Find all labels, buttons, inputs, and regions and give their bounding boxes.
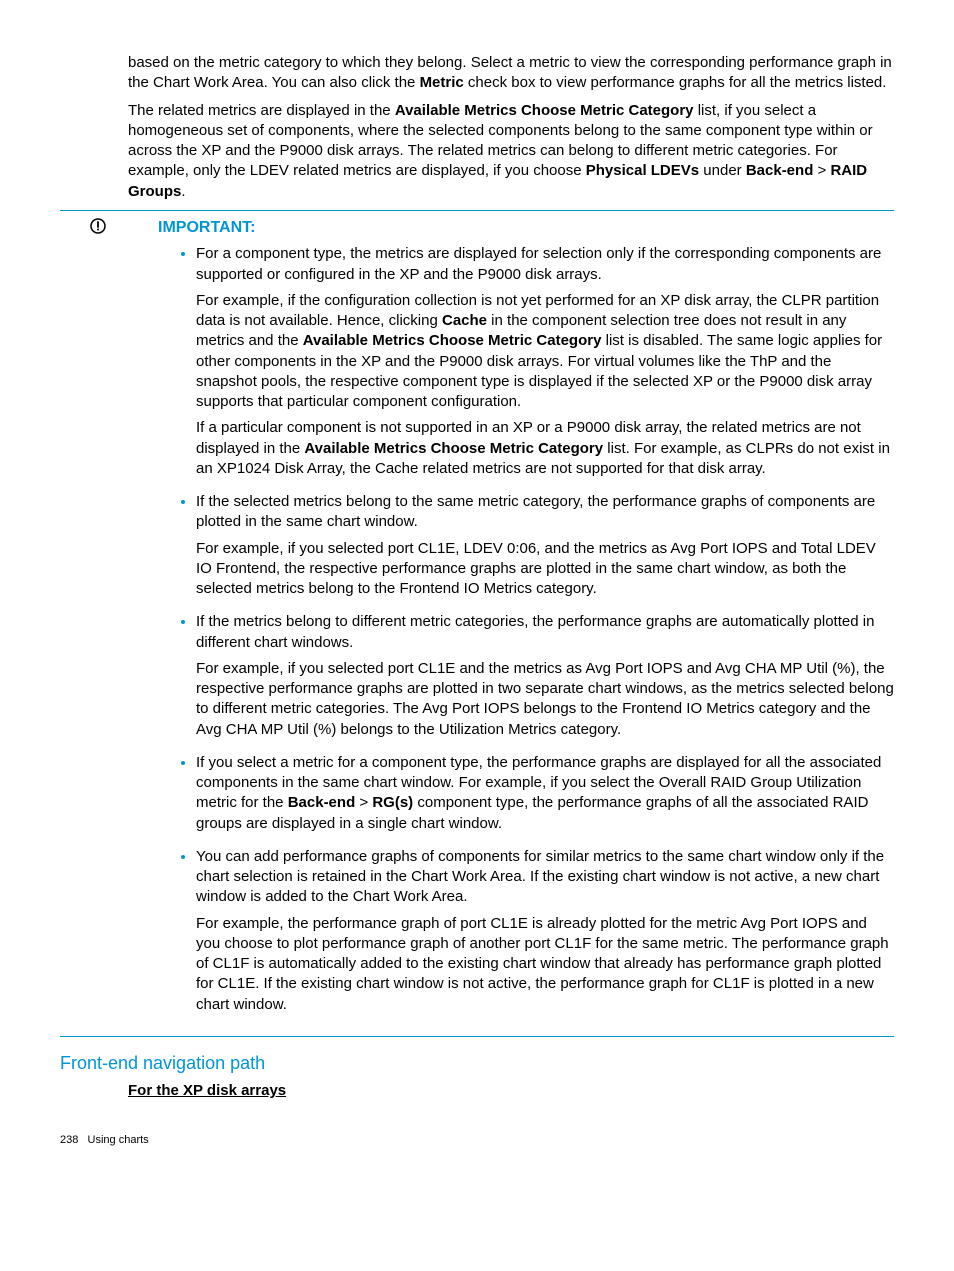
list-item: If you select a metric for a component t… bbox=[196, 753, 894, 834]
intro-p2: The related metrics are displayed in the… bbox=[128, 101, 894, 202]
text: You can add performance graphs of compon… bbox=[196, 848, 884, 906]
list-item: If the metrics belong to different metri… bbox=[196, 612, 894, 740]
important-list: For a component type, the metrics are di… bbox=[158, 244, 894, 1015]
bold-amcmc: Available Metrics Choose Metric Category bbox=[304, 440, 603, 457]
text: For a component type, the metrics are di… bbox=[196, 245, 881, 282]
divider-top bbox=[60, 210, 894, 211]
text: > bbox=[813, 162, 830, 179]
important-icon bbox=[60, 217, 158, 240]
list-item: You can add performance graphs of compon… bbox=[196, 847, 894, 1015]
intro-p1: based on the metric category to which th… bbox=[128, 53, 894, 94]
section-heading: Front-end navigation path bbox=[60, 1051, 894, 1075]
page-footer: 238 Using charts bbox=[60, 1133, 894, 1148]
text: under bbox=[699, 162, 746, 179]
text: The related metrics are displayed in the bbox=[128, 102, 395, 119]
bold-amcmc: Available Metrics Choose Metric Category bbox=[303, 332, 602, 349]
text: If the metrics belong to different metri… bbox=[196, 613, 874, 650]
list-item: If the selected metrics belong to the sa… bbox=[196, 492, 894, 599]
text: If the selected metrics belong to the sa… bbox=[196, 493, 875, 530]
page-number: 238 bbox=[60, 1134, 78, 1146]
bold-metric: Metric bbox=[420, 74, 464, 91]
intro-block: based on the metric category to which th… bbox=[128, 53, 894, 202]
bold-physical-ldevs: Physical LDEVs bbox=[586, 162, 699, 179]
text: If a particular component is not support… bbox=[196, 418, 894, 479]
text: For example, the performance graph of po… bbox=[196, 914, 894, 1015]
text: For example, if you selected port CL1E, … bbox=[196, 539, 894, 600]
section-subhead-block: For the XP disk arrays bbox=[128, 1081, 894, 1101]
important-block: IMPORTANT: For a component type, the met… bbox=[60, 217, 894, 1028]
important-heading: IMPORTANT: bbox=[158, 217, 894, 239]
text: check box to view performance graphs for… bbox=[464, 74, 887, 91]
bold-rgs: RG(s) bbox=[372, 794, 413, 811]
bold-backend: Back-end bbox=[288, 794, 356, 811]
text: > bbox=[355, 794, 372, 811]
bold-backend: Back-end bbox=[746, 162, 814, 179]
bold-cache: Cache bbox=[442, 312, 487, 329]
footer-title: Using charts bbox=[88, 1134, 149, 1146]
list-item: For a component type, the metrics are di… bbox=[196, 244, 894, 479]
bold-amcmc: Available Metrics Choose Metric Category bbox=[395, 102, 694, 119]
text: . bbox=[181, 183, 185, 200]
text: For example, if you selected port CL1E a… bbox=[196, 659, 894, 740]
divider-bottom bbox=[60, 1036, 894, 1037]
text: For example, if the configuration collec… bbox=[196, 291, 894, 413]
section-subhead: For the XP disk arrays bbox=[128, 1082, 286, 1099]
